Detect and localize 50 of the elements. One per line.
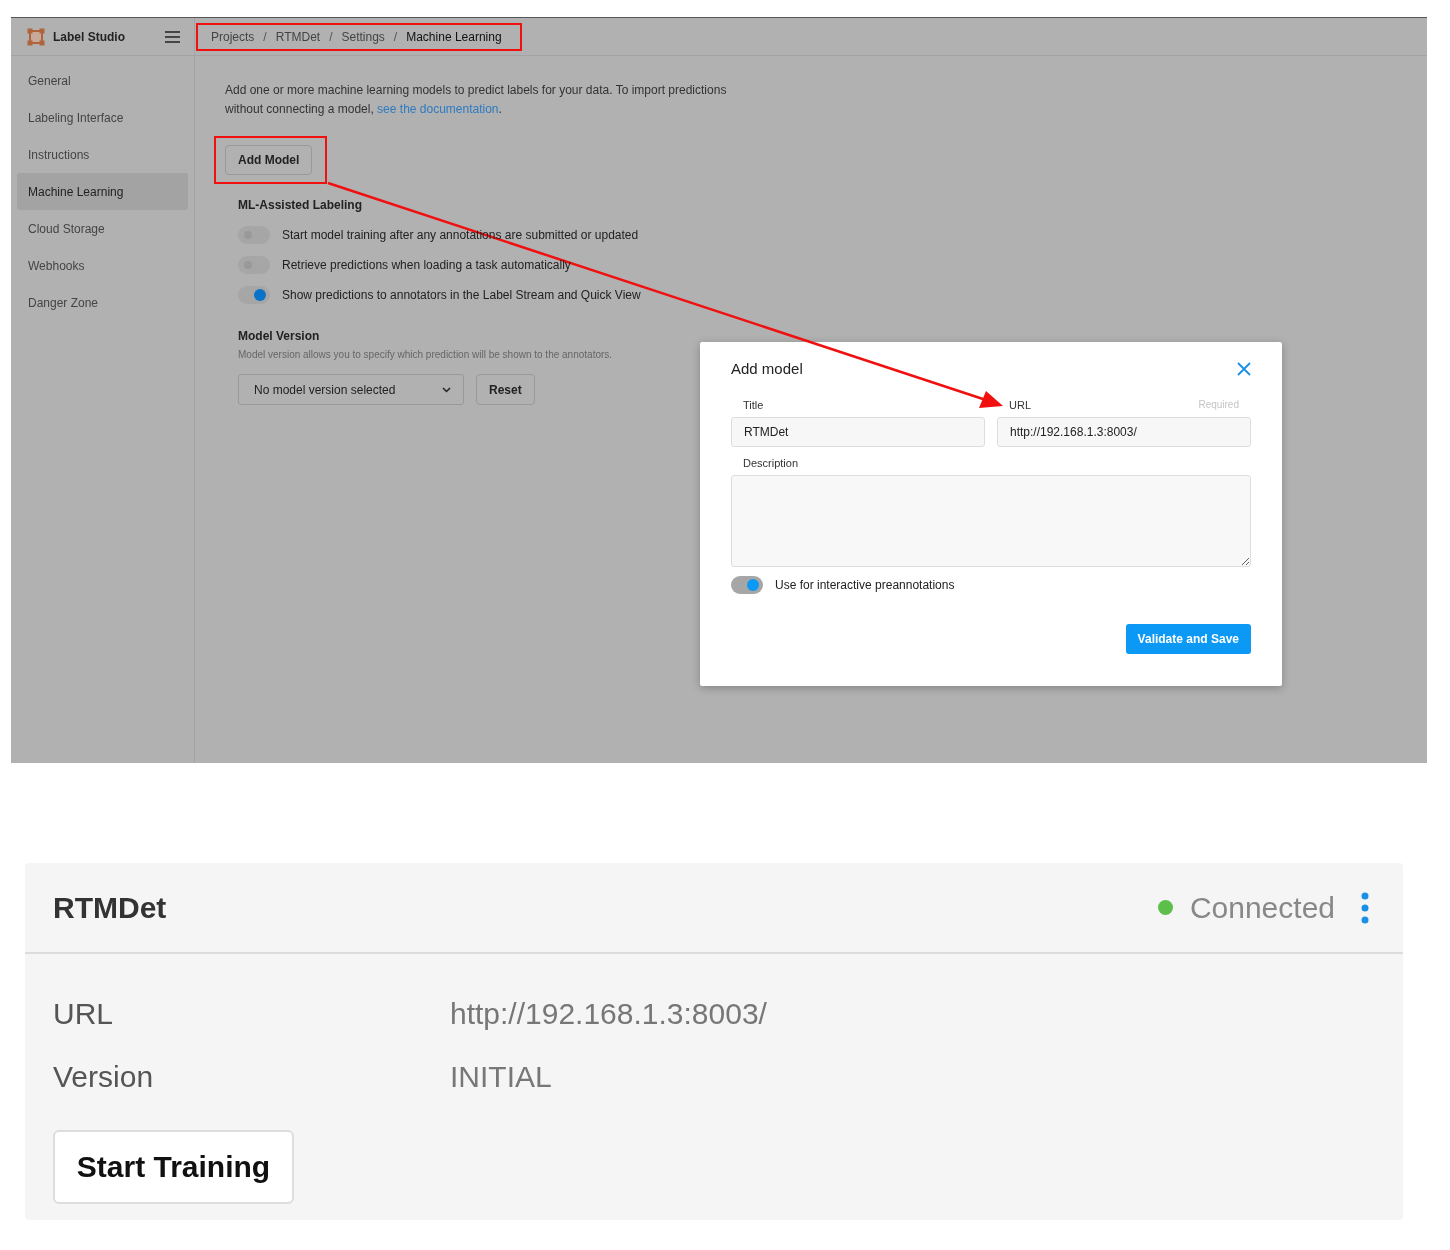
input-field[interactable]: RTMDet bbox=[731, 417, 985, 447]
toggle-switch[interactable] bbox=[238, 286, 270, 304]
toggle-label: Retrieve predictions when loading a task automatically bbox=[282, 258, 571, 272]
model-title: RTMDet bbox=[53, 890, 168, 925]
detail-value: http://192.168.1.3:8003/ bbox=[450, 996, 768, 1031]
reset-button[interactable]: Reset bbox=[476, 374, 535, 405]
sidebar-item[interactable]: Instructions bbox=[17, 136, 188, 173]
more-options-icon[interactable] bbox=[1361, 891, 1369, 924]
intro-text: Add one or more machine learning models to predict labels for your data. To import predictions without connecting a model, see the documentation. bbox=[225, 82, 728, 118]
breadcrumb-separator: / bbox=[263, 29, 267, 44]
add-model-button[interactable]: Add Model bbox=[225, 145, 313, 175]
detail-label: Version bbox=[53, 1059, 155, 1094]
app-name: Label Studio bbox=[53, 29, 126, 44]
toggle-label: Use for interactive preannotations bbox=[775, 578, 955, 592]
section-title: ML-Assisted Labeling bbox=[238, 198, 363, 212]
breadcrumb-separator: / bbox=[329, 29, 333, 44]
toggle-switch[interactable] bbox=[238, 226, 270, 244]
status-label: Connected bbox=[1189, 890, 1335, 925]
toggle-switch[interactable] bbox=[731, 576, 763, 594]
breadcrumb-link[interactable]: RTMDet bbox=[275, 29, 321, 44]
detail-label: URL bbox=[53, 996, 114, 1031]
start-training-button[interactable]: Start Training bbox=[53, 1130, 294, 1204]
field-label: URL bbox=[1009, 399, 1031, 411]
required-hint: Required bbox=[1198, 399, 1239, 411]
section-title: Model Version bbox=[238, 329, 321, 343]
logo-icon bbox=[27, 27, 45, 46]
close-button[interactable] bbox=[1237, 361, 1251, 376]
sidebar-item[interactable]: Webhooks bbox=[17, 247, 188, 284]
breadcrumb-link[interactable]: Settings bbox=[341, 29, 385, 44]
breadcrumb-link[interactable]: Projects bbox=[211, 29, 255, 44]
toggle-label: Show predictions to annotators in the Label Stream and Quick View bbox=[282, 288, 641, 302]
sidebar-item[interactable]: Cloud Storage bbox=[17, 210, 188, 247]
field-label: Title bbox=[743, 399, 764, 411]
description-field[interactable] bbox=[731, 475, 1251, 567]
sidebar-item[interactable]: Danger Zone bbox=[17, 284, 188, 321]
model-version-select[interactable]: No model version selected bbox=[238, 374, 464, 405]
menu-icon[interactable] bbox=[165, 30, 180, 43]
input-field[interactable]: http://192.168.1.3:8003/ bbox=[997, 417, 1251, 447]
sidebar-item[interactable]: Machine Learning bbox=[17, 173, 188, 210]
sidebar-item[interactable]: General bbox=[17, 62, 188, 99]
breadcrumb-separator: / bbox=[393, 29, 398, 44]
breadcrumb-link[interactable]: Machine Learning bbox=[406, 29, 502, 44]
sidebar-item[interactable]: Labeling Interface bbox=[17, 99, 188, 136]
detail-value: INITIAL bbox=[450, 1059, 553, 1094]
chevron-down-icon bbox=[442, 386, 451, 393]
dialog-title: Add model bbox=[731, 360, 803, 377]
field-label: Description bbox=[743, 457, 799, 469]
validate-save-button[interactable]: Validate and Save bbox=[1125, 624, 1251, 654]
help-text: Model version allows you to specify which prediction will be shown to the annotators. bbox=[238, 349, 614, 360]
toggle-switch[interactable] bbox=[238, 256, 270, 274]
